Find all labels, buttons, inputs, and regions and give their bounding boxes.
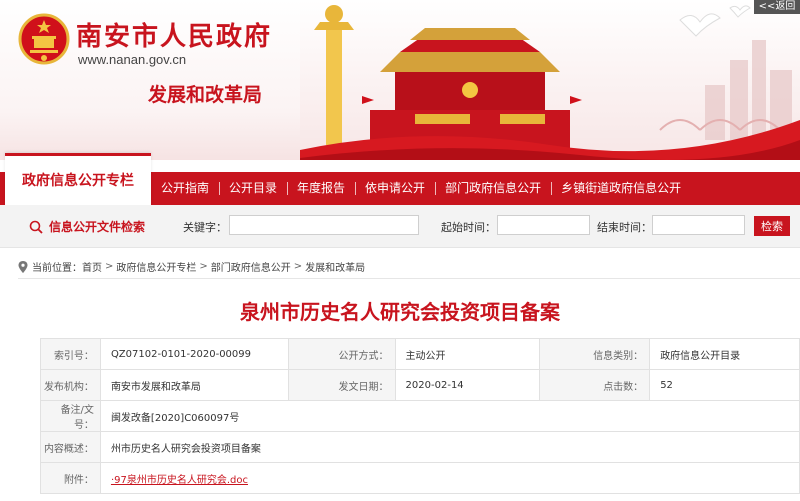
date-value: 2020-02-14 xyxy=(394,369,541,401)
category-label: 信息类别： xyxy=(539,338,651,370)
index-label: 索引号： xyxy=(40,338,101,370)
breadcrumb-sep: > xyxy=(105,261,114,272)
nav-item-township[interactable]: 乡镇街道政府信息公开 xyxy=(551,172,691,205)
table-row: 附件： ·97泉州市历史名人研究会.doc xyxy=(40,462,800,494)
keyword-input[interactable] xyxy=(229,215,419,235)
breadcrumb-current[interactable]: 发展和改革局 xyxy=(305,259,365,274)
table-row: 备注/文号： 闽发改备[2020]C060097号 xyxy=(40,400,800,432)
search-icon xyxy=(29,220,43,234)
document-title: 泉州市历史名人研究会投资项目备案 xyxy=(240,300,560,324)
site-url: www.nanan.gov.cn xyxy=(78,52,187,67)
attachment-label: 附件： xyxy=(40,462,101,494)
method-label: 公开方式： xyxy=(287,338,396,370)
nav-item-department[interactable]: 部门政府信息公开 xyxy=(435,172,551,205)
document-info-table: 索引号： QZ07102-0101-2020-00099 公开方式： 主动公开 … xyxy=(40,338,800,494)
tiananmen-banner-image xyxy=(300,0,800,160)
start-time-label: 起始时间： xyxy=(441,221,496,234)
divider xyxy=(18,278,800,279)
table-row: 索引号： QZ07102-0101-2020-00099 公开方式： 主动公开 … xyxy=(40,338,800,370)
method-value: 主动公开 xyxy=(394,338,541,370)
table-row: 发布机构： 南安市发展和改革局 发文日期： 2020-02-14 点击数： 52 xyxy=(40,369,800,401)
docno-label: 备注/文号： xyxy=(40,400,101,432)
end-time-input[interactable] xyxy=(652,215,745,235)
breadcrumb-home[interactable]: 首页 xyxy=(82,259,102,274)
header-banner: 南安市人民政府 www.nanan.gov.cn 发展和改革局 <<返回 xyxy=(0,0,800,160)
search-title: 信息公开文件检索 xyxy=(29,218,145,235)
attachment-cell: ·97泉州市历史名人研究会.doc xyxy=(99,462,800,494)
attachment-link[interactable]: ·97泉州市历史名人研究会.doc xyxy=(111,475,248,486)
nav-item-annual-report[interactable]: 年度报告 xyxy=(287,172,355,205)
category-value: 政府信息公开目录 xyxy=(649,338,800,370)
nav-item-guide[interactable]: 公开指南 xyxy=(151,172,219,205)
start-time-input[interactable] xyxy=(497,215,590,235)
search-title-text: 信息公开文件检索 xyxy=(49,220,146,234)
summary-value: 州市历史名人研究会投资项目备案 xyxy=(99,431,800,463)
breadcrumb-sep: > xyxy=(199,261,208,272)
department-name: 发展和改革局 xyxy=(148,84,263,106)
index-value: QZ07102-0101-2020-00099 xyxy=(99,338,289,370)
breadcrumb-gov-info[interactable]: 政府信息公开专栏 xyxy=(116,259,196,274)
nav-items: 公开指南 公开目录 年度报告 依申请公开 部门政府信息公开 乡镇街道政府信息公开 xyxy=(151,172,691,205)
back-link[interactable]: <<返回 xyxy=(754,0,800,14)
breadcrumb-department[interactable]: 部门政府信息公开 xyxy=(211,259,291,274)
clicks-value: 52 xyxy=(649,369,800,401)
publisher-label: 发布机构： xyxy=(40,369,101,401)
publisher-value: 南安市发展和改革局 xyxy=(99,369,289,401)
clicks-label: 点击数： xyxy=(539,369,651,401)
national-emblem-icon xyxy=(18,13,70,65)
location-pin-icon xyxy=(18,260,28,273)
nav-item-catalog[interactable]: 公开目录 xyxy=(219,172,287,205)
nav-tab-gov-info[interactable]: 政府信息公开专栏 xyxy=(5,153,151,206)
site-title: 南安市人民政府 xyxy=(76,22,273,52)
end-time-label: 结束时间： xyxy=(597,221,652,234)
nav-item-apply[interactable]: 依申请公开 xyxy=(355,172,435,205)
keyword-label: 关键字： xyxy=(183,221,227,234)
breadcrumb: 当前位置： 首页 > 政府信息公开专栏 > 部门政府信息公开 > 发展和改革局 xyxy=(18,259,365,274)
date-label: 发文日期： xyxy=(287,369,396,401)
search-button[interactable]: 检索 xyxy=(754,216,790,236)
breadcrumb-prefix: 当前位置： xyxy=(32,263,82,274)
table-row: 内容概述： 州市历史名人研究会投资项目备案 xyxy=(40,431,800,463)
summary-label: 内容概述： xyxy=(40,431,101,463)
docno-value: 闽发改备[2020]C060097号 xyxy=(99,400,800,432)
breadcrumb-sep: > xyxy=(293,261,303,272)
search-bar: 信息公开文件检索 关键字： 起始时间： 结束时间： 检索 xyxy=(0,205,800,248)
